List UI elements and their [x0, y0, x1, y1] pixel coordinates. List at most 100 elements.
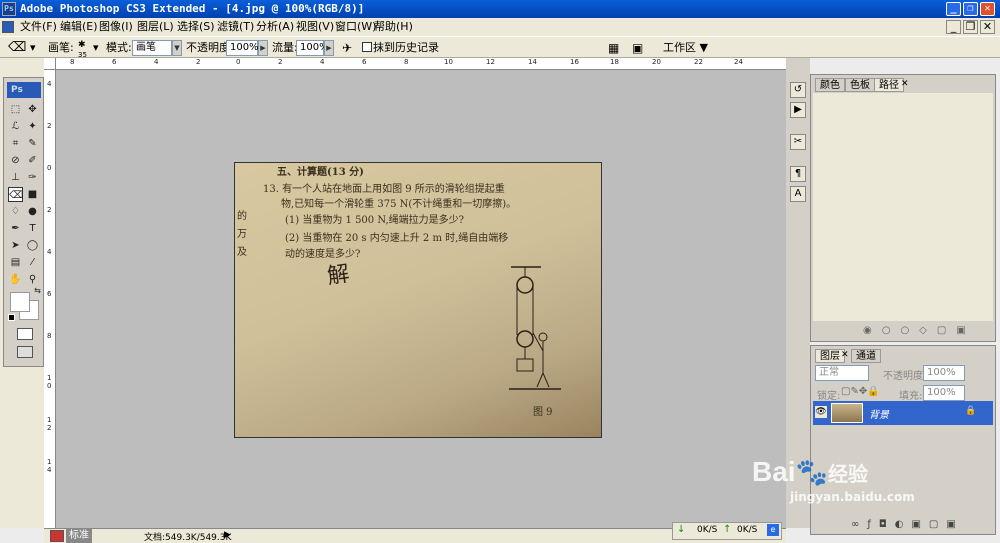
menu-view[interactable]: 视图(V): [296, 18, 334, 36]
screen-mode-icon[interactable]: [17, 346, 33, 358]
window-title: Adobe Photoshop CS3 Extended - [4.jpg @ …: [20, 2, 365, 15]
actions-panel-icon[interactable]: ▶: [790, 102, 806, 118]
tab-close-icon[interactable]: ✕: [901, 79, 909, 89]
doc-minimize-button[interactable]: _: [946, 20, 961, 34]
menu-layer[interactable]: 图层(L): [137, 18, 174, 36]
paths-footer-icons[interactable]: ◉○○◇▢▣: [863, 325, 976, 336]
section-heading: 五、计算题(13 分): [277, 167, 364, 178]
hand-tool-icon[interactable]: ✋: [8, 272, 23, 287]
ps-menu-icon[interactable]: [2, 21, 14, 33]
layer-name: 背景: [869, 410, 889, 421]
blend-mode-select[interactable]: 正常: [815, 365, 869, 381]
minimize-button[interactable]: _: [946, 2, 961, 16]
tab-swatches[interactable]: 色板: [845, 78, 875, 92]
watermark-brand2: 经验: [827, 464, 868, 486]
browser-icon[interactable]: e: [767, 524, 779, 536]
workspace-button[interactable]: 工作区 ▼: [663, 41, 708, 55]
menu-analysis[interactable]: 分析(A): [256, 18, 294, 36]
tool-preset-dropdown-icon[interactable]: ▾: [30, 41, 36, 55]
eyedropper-icon[interactable]: ⁄: [25, 255, 40, 270]
brush-label: 画笔:: [48, 41, 74, 54]
menu-edit[interactable]: 编辑(E): [60, 18, 98, 36]
download-speed: 0K/S: [697, 525, 718, 535]
layer-row-background[interactable]: 👁 背景 🔒: [813, 401, 993, 425]
bridge-icon[interactable]: ▣: [632, 41, 643, 55]
slice-tool-icon[interactable]: ✎: [25, 136, 40, 151]
ruler-tick: 6: [112, 58, 117, 66]
layers-footer-icons[interactable]: ∞ƒ◘◐▣▢▣: [851, 519, 964, 530]
flow-label: 流量:: [272, 41, 298, 54]
network-speed-widget: ↓ 0K/S ↑ 0K/S e: [672, 522, 782, 540]
mode-select[interactable]: 画笔: [132, 40, 172, 56]
layer-opacity-input[interactable]: 100%: [923, 365, 965, 381]
eraser-icon[interactable]: ⌫: [8, 41, 26, 55]
magic-wand-icon[interactable]: ✦: [25, 119, 40, 134]
history-brush-icon[interactable]: ✑: [25, 170, 40, 185]
shape-tool-icon[interactable]: ◯: [25, 238, 40, 253]
menu-select[interactable]: 选择(S): [177, 18, 215, 36]
tab-color[interactable]: 颜色: [815, 78, 845, 92]
brush-tool-icon[interactable]: ✐: [25, 153, 40, 168]
pen-tool-icon[interactable]: ✒: [8, 221, 23, 236]
ruler-tick: 16: [570, 58, 579, 66]
crop-tool-icon[interactable]: ⌗: [8, 136, 23, 151]
doc-close-button[interactable]: ✕: [980, 20, 995, 34]
healing-brush-icon[interactable]: ⊘: [8, 153, 23, 168]
eraser-tool-icon[interactable]: ⌫: [8, 187, 23, 202]
flow-input[interactable]: 100%: [296, 40, 329, 56]
ruler-tick: 8: [70, 58, 75, 66]
menu-window[interactable]: 窗口(W): [335, 18, 376, 36]
tab-close-icon[interactable]: ✕: [841, 350, 849, 360]
lasso-tool-icon[interactable]: ℒ: [8, 119, 23, 134]
close-button[interactable]: ✕: [980, 2, 995, 16]
ruler-tick: 24: [734, 58, 743, 66]
ruler-top: 8 6 4 2 0 2 4 6 8 10 12 14 16 18 20 22 2…: [44, 58, 786, 70]
status-arrow-icon[interactable]: ▶: [224, 530, 231, 540]
clone-stamp-icon[interactable]: ⊥: [8, 170, 23, 185]
question-line: (1) 当重物为 1 500 N,绳端拉力是多少?: [285, 215, 464, 226]
margin-char: 及: [237, 247, 247, 258]
lock-icons[interactable]: ▢✎✥🔒: [841, 386, 880, 397]
menu-help[interactable]: 帮助(H): [374, 18, 413, 36]
app-icon: [50, 530, 64, 542]
tab-channels[interactable]: 通道: [851, 349, 881, 363]
foreground-color-swatch[interactable]: [10, 292, 30, 312]
opacity-input[interactable]: 100%: [226, 40, 259, 56]
fill-input[interactable]: 100%: [923, 385, 965, 401]
history-panel-icon[interactable]: ↺: [790, 82, 806, 98]
menu-filter[interactable]: 滤镜(T): [217, 18, 254, 36]
paragraph-panel-icon[interactable]: ¶: [790, 166, 806, 182]
opacity-arrow-icon[interactable]: ▶: [258, 40, 268, 56]
zoom-field[interactable]: 标准: [66, 529, 92, 543]
ruler-corner: [44, 58, 56, 70]
dodge-tool-icon[interactable]: ●: [25, 204, 40, 219]
quick-mask-icon[interactable]: [17, 328, 33, 340]
gradient-tool-icon[interactable]: ■: [25, 187, 40, 202]
brush-dropdown-icon[interactable]: ▾: [93, 41, 99, 55]
document-canvas[interactable]: 五、计算题(13 分) 13. 有一个人站在地面上用如图 9 所示的滑轮组提起重…: [234, 162, 602, 438]
tool-presets-icon[interactable]: ✂: [790, 134, 806, 150]
airbrush-icon[interactable]: ✈: [342, 41, 352, 55]
tab-paths[interactable]: 路径: [874, 78, 904, 92]
doc-restore-button[interactable]: ❐: [963, 20, 978, 34]
notes-tool-icon[interactable]: ▤: [8, 255, 23, 270]
palette-well-icon[interactable]: ▦: [608, 41, 619, 55]
character-panel-icon[interactable]: A: [790, 186, 806, 202]
move-tool-icon[interactable]: ✥: [25, 102, 40, 117]
restore-button[interactable]: ❐: [963, 2, 978, 16]
type-tool-icon[interactable]: T: [25, 221, 40, 236]
eye-icon[interactable]: 👁: [815, 406, 827, 418]
flow-arrow-icon[interactable]: ▶: [324, 40, 334, 56]
mode-dropdown-icon[interactable]: ▼: [172, 40, 182, 56]
paw-icon: 🐾: [795, 457, 828, 487]
menu-file[interactable]: 文件(F): [20, 18, 57, 36]
path-selection-icon[interactable]: ➤: [8, 238, 23, 253]
blur-tool-icon[interactable]: ♢: [8, 204, 23, 219]
options-bar: ⌫ ▾ 画笔: ✱ 35 ▾ 模式: 画笔 ▼ 不透明度: 100% ▶ 流量:…: [0, 36, 1000, 59]
ruler-tick: 1 4: [47, 458, 52, 474]
swap-colors-icon[interactable]: ⇆: [30, 283, 45, 298]
marquee-tool-icon[interactable]: ⬚: [8, 102, 23, 117]
default-colors-icon[interactable]: [8, 314, 15, 321]
history-checkbox[interactable]: [362, 42, 372, 52]
menu-image[interactable]: 图像(I): [99, 18, 133, 36]
